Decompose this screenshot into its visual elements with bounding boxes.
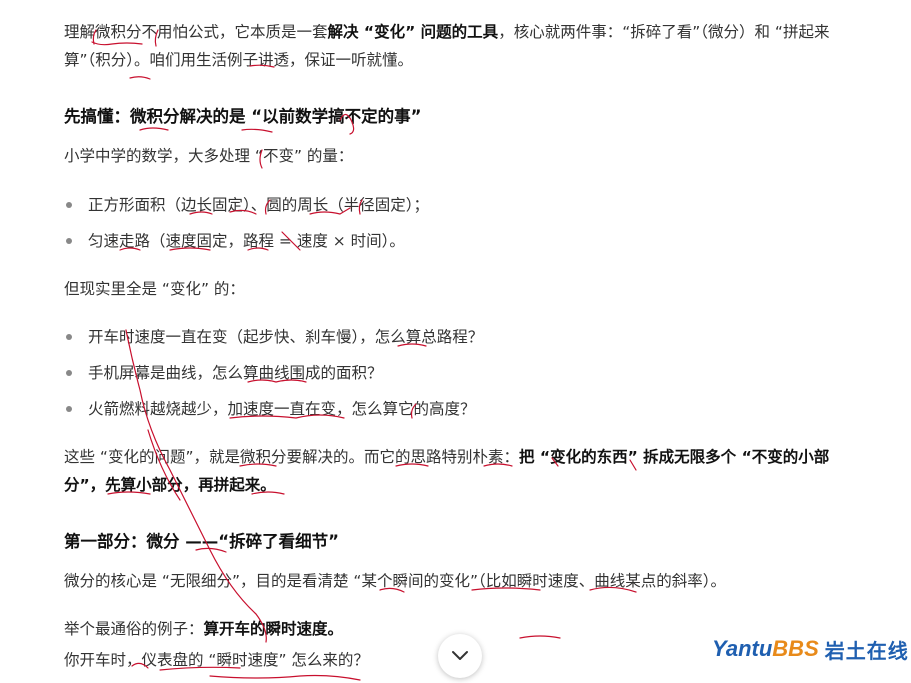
scroll-down-button[interactable] bbox=[438, 634, 482, 678]
intro-text: 理解微积分不用怕公式，它本质是一套 bbox=[64, 23, 328, 41]
watermark-part2: BBS bbox=[772, 636, 819, 661]
section1-paragraph-2: 但现实里全是 “变化” 的： bbox=[64, 280, 245, 298]
watermark-part3: 岩土在线 bbox=[824, 640, 909, 663]
bullet-dot bbox=[66, 238, 72, 244]
section1-paragraph-3-cont: 分”，先算小部分，再拼起来。 bbox=[64, 470, 276, 500]
intro-line-2: 算”（积分）。咱们用生活例子讲透，保证一听就懂。 bbox=[64, 51, 414, 69]
list-item: 匀速走路（速度固定，路程 = 速度 × 时间）。 bbox=[88, 232, 405, 250]
intro-bold: 解决 “变化” 问题的工具 bbox=[327, 23, 499, 41]
bullet-dot bbox=[66, 202, 72, 208]
section1-paragraph-1: 小学中学的数学，大多处理 “不变” 的量： bbox=[64, 147, 354, 165]
p3-bold: 把 “变化的东西” 拆成无限多个 “不变的小部 bbox=[519, 448, 830, 466]
section2-paragraph-1: 微分的核心是 “无限细分”，目的是看清楚 “某个瞬间的变化”（比如瞬时速度、曲线… bbox=[64, 572, 726, 590]
p3-text: 这些 “变化的问题”，就是微积分要解决的。而它的思路特别朴素： bbox=[64, 448, 519, 466]
section1-paragraph-3: 这些 “变化的问题”，就是微积分要解决的。而它的思路特别朴素：把 “变化的东西”… bbox=[64, 442, 829, 472]
document: 理解微积分不用怕公式，它本质是一套解决 “变化” 问题的工具，核心就两件事：“拆… bbox=[0, 0, 911, 683]
list-item: 开车时速度一直在变（起步快、刹车慢），怎么算总路程？ bbox=[88, 328, 484, 346]
p2-text: 举个最通俗的例子： bbox=[64, 620, 204, 638]
section2-paragraph-2: 举个最通俗的例子：算开车的瞬时速度。 bbox=[64, 614, 343, 644]
list-item: 手机屏幕是曲线，怎么算曲线围成的面积？ bbox=[88, 364, 383, 382]
annotation-stroke bbox=[129, 76, 151, 80]
annotation-stroke bbox=[209, 674, 361, 681]
p2-bold: 算开车的瞬时速度。 bbox=[203, 620, 344, 638]
intro-text-tail: ，核心就两件事：“拆碎了看”（微分）和 “拼起来 bbox=[498, 23, 830, 41]
section1-heading: 先搞懂：微积分解决的是 “以前数学搞不定的事” bbox=[64, 107, 422, 126]
bullet-dot bbox=[66, 334, 72, 340]
watermark-logo: Yantu BBS 岩土在线 bbox=[712, 634, 909, 664]
watermark-part1: Yantu bbox=[712, 636, 773, 661]
chevron-down-icon bbox=[452, 651, 468, 660]
annotation-stroke bbox=[519, 635, 561, 639]
intro-line-1: 理解微积分不用怕公式，它本质是一套解决 “变化” 问题的工具，核心就两件事：“拆… bbox=[64, 17, 829, 47]
list-item: 火箭燃料越烧越少，加速度一直在变，怎么算它的高度？ bbox=[88, 400, 476, 418]
section2-heading: 第一部分：微分 ——“拆碎了看细节” bbox=[64, 532, 339, 551]
bullet-dot bbox=[66, 370, 72, 376]
section2-paragraph-3: 你开车时，仪表盘的 “瞬时速度” 怎么来的？ bbox=[64, 651, 369, 669]
list-item: 正方形面积（边长固定）、圆的周长（半径固定）； bbox=[88, 196, 430, 214]
p3-bold-cont: 分”，先算小部分，再拼起来。 bbox=[64, 476, 276, 494]
bullet-dot bbox=[66, 406, 72, 412]
